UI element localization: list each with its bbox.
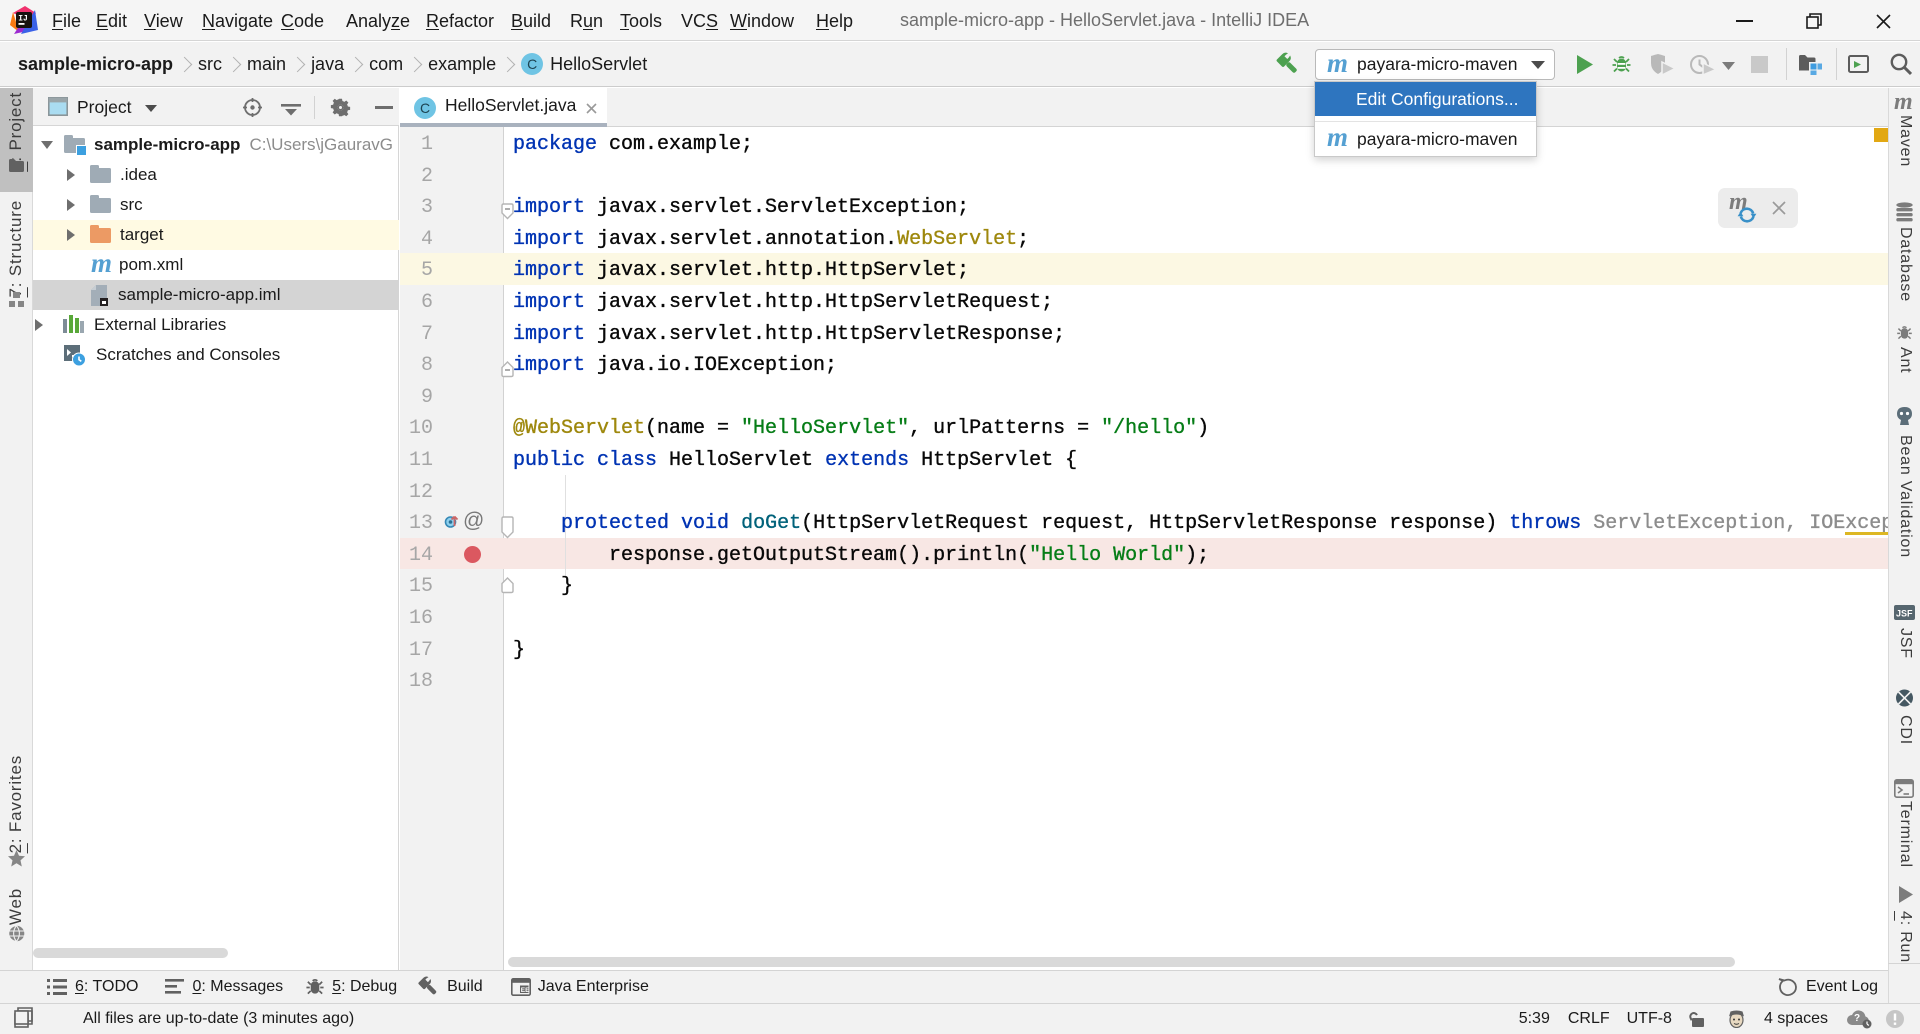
svg-text:JSF: JSF [1896, 609, 1913, 619]
svg-text:?: ? [1854, 1013, 1860, 1024]
svg-text:EE: EE [520, 987, 529, 994]
